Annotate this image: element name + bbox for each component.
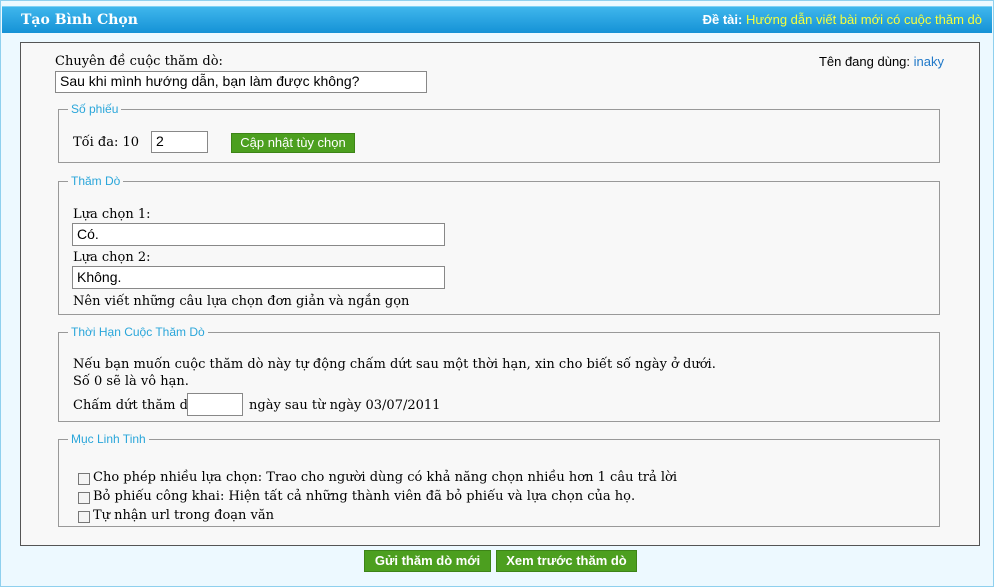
- vote-count-legend: Số phiếu: [71, 102, 119, 116]
- multiple-choice-checkbox[interactable]: [78, 473, 90, 485]
- poll-options-legend: Thăm Dò: [71, 174, 121, 188]
- poll-topic-input[interactable]: Sau khi mình hướng dẫn, bạn làm được khô…: [55, 71, 427, 93]
- duration-description: Nếu bạn muốn cuộc thăm dò này tự động ch…: [73, 357, 716, 372]
- duration-fieldset: Thời Hạn Cuộc Thăm Dò Nếu bạn muốn cuộc …: [58, 325, 940, 422]
- duration-zero-note: Số 0 sẽ là vô hạn.: [73, 374, 189, 389]
- topic-link[interactable]: Hướng dẫn viết bài mới có cuộc thăm dò: [746, 12, 982, 27]
- option-1-label: Lựa chọn 1:: [73, 207, 151, 222]
- multiple-choice-label: Cho phép nhiều lựa chọn: Trao cho người …: [93, 470, 678, 485]
- poll-options-fieldset: Thăm Dò Lựa chọn 1: Có. Lựa chọn 2: Khôn…: [58, 174, 940, 315]
- topic-info: Đề tài: Hướng dẫn viết bài mới có cuộc t…: [703, 12, 982, 27]
- current-user: Tên đang dùng: inaky: [819, 54, 944, 69]
- topic-field-label: Chuyên đề cuộc thăm dò:: [55, 54, 223, 69]
- vote-count-fieldset: Số phiếu Tối đa: 10 2 Cập nhật tùy chọn: [58, 102, 940, 163]
- misc-legend: Mục Linh Tinh: [71, 432, 146, 446]
- option-count-input[interactable]: 2: [151, 131, 208, 153]
- option-1-input[interactable]: Có.: [72, 223, 445, 246]
- page-title: Tạo Bình Chọn: [21, 12, 138, 28]
- options-hint: Nên viết những câu lựa chọn đơn giản và …: [73, 294, 410, 309]
- days-after-label: ngày sau từ ngày 03/07/2011: [249, 398, 441, 413]
- end-days-input[interactable]: [187, 393, 243, 416]
- auto-url-label: Tự nhận url trong đoạn văn: [93, 508, 275, 523]
- end-poll-label: Chấm dứt thăm dò: [73, 398, 196, 413]
- auto-url-checkbox[interactable]: [78, 511, 90, 523]
- duration-legend: Thời Hạn Cuộc Thăm Dò: [71, 325, 205, 339]
- misc-fieldset: Mục Linh Tinh Cho phép nhiều lựa chọn: T…: [58, 432, 940, 527]
- topic-label: Đề tài:: [702, 12, 743, 27]
- max-options-label: Tối đa: 10: [73, 135, 140, 150]
- title-bar: Tạo Bình Chọn Đề tài: Hướng dẫn viết bài…: [2, 6, 992, 33]
- submit-poll-button[interactable]: Gửi thăm dò mới: [364, 550, 491, 572]
- public-vote-checkbox[interactable]: [78, 492, 90, 504]
- poll-form: Chuyên đề cuộc thăm dò: Sau khi mình hướ…: [20, 42, 980, 546]
- username-link[interactable]: inaky: [914, 54, 944, 69]
- current-user-label: Tên đang dùng:: [818, 54, 911, 69]
- option-2-label: Lựa chọn 2:: [73, 250, 151, 265]
- option-2-input[interactable]: Không.: [72, 266, 445, 289]
- public-vote-label: Bỏ phiếu công khai: Hiện tất cả những th…: [93, 489, 636, 504]
- update-options-button[interactable]: Cập nhật tùy chọn: [231, 133, 355, 153]
- poll-window: Tạo Bình Chọn Đề tài: Hướng dẫn viết bài…: [0, 0, 994, 587]
- preview-poll-button[interactable]: Xem trước thăm dò: [496, 550, 637, 572]
